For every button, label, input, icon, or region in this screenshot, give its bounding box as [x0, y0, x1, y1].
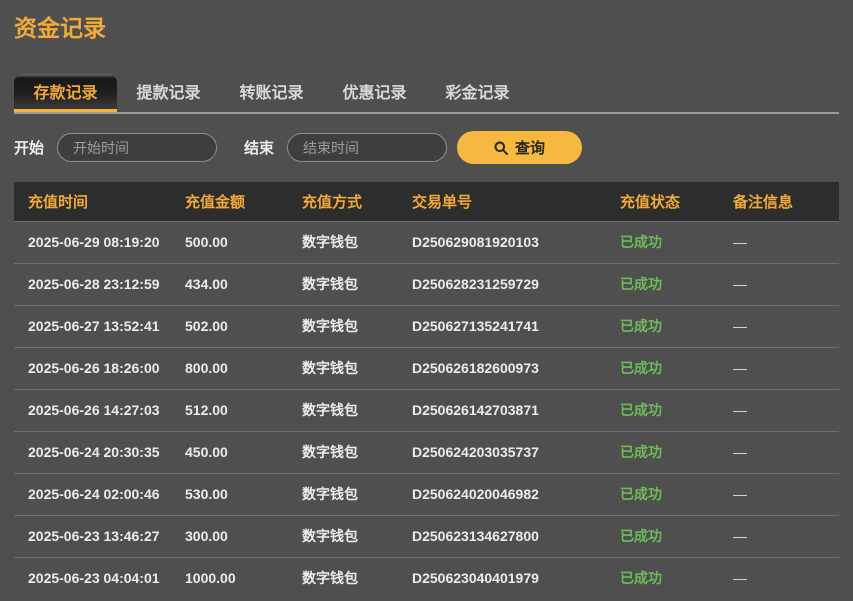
- tab-transfer-records[interactable]: 转账记录: [220, 74, 323, 112]
- table-row: 2025-06-24 20:30:35 450.00 数字钱包 D2506242…: [14, 431, 839, 473]
- filter-bar: 开始 结束 查询: [14, 131, 839, 164]
- deposit-method-cell: 数字钱包: [288, 305, 398, 347]
- deposit-status-cell: 已成功: [606, 515, 719, 557]
- deposit-status-cell: 已成功: [606, 221, 719, 263]
- table-row: 2025-06-29 08:19:20 500.00 数字钱包 D2506290…: [14, 221, 839, 263]
- end-label: 结束: [244, 137, 274, 158]
- deposit-time-cell: 2025-06-26 18:26:00: [14, 347, 171, 389]
- tab-bar: 存款记录 提款记录 转账记录 优惠记录 彩金记录: [14, 74, 839, 114]
- transaction-id-cell: D250628231259729: [398, 263, 606, 305]
- tab-bonus-records[interactable]: 彩金记录: [426, 74, 529, 112]
- transaction-id-cell: D250624203035737: [398, 431, 606, 473]
- deposit-method-cell: 数字钱包: [288, 263, 398, 305]
- deposit-amount-cell: 800.00: [171, 347, 288, 389]
- table-row: 2025-06-26 14:27:03 512.00 数字钱包 D2506261…: [14, 389, 839, 431]
- transaction-id-cell: D250627135241741: [398, 305, 606, 347]
- deposit-amount-cell: 512.00: [171, 389, 288, 431]
- header-transaction-id: 交易单号: [398, 182, 606, 221]
- transaction-id-cell: D250626182600973: [398, 347, 606, 389]
- remark-cell: —: [719, 263, 839, 305]
- deposit-time-cell: 2025-06-29 08:19:20: [14, 221, 171, 263]
- tab-deposit-records[interactable]: 存款记录: [14, 74, 117, 112]
- header-remark: 备注信息: [719, 182, 839, 221]
- table-row: 2025-06-28 23:12:59 434.00 数字钱包 D2506282…: [14, 263, 839, 305]
- deposit-method-cell: 数字钱包: [288, 431, 398, 473]
- deposit-time-cell: 2025-06-24 20:30:35: [14, 431, 171, 473]
- end-time-input[interactable]: [287, 133, 447, 162]
- remark-cell: —: [719, 389, 839, 431]
- deposit-time-cell: 2025-06-26 14:27:03: [14, 389, 171, 431]
- start-label: 开始: [14, 137, 44, 158]
- table-row: 2025-06-27 13:52:41 502.00 数字钱包 D2506271…: [14, 305, 839, 347]
- start-time-input[interactable]: [57, 133, 217, 162]
- deposit-method-cell: 数字钱包: [288, 473, 398, 515]
- fund-records-page: 资金记录 存款记录 提款记录 转账记录 优惠记录 彩金记录 开始 结束 查询 充…: [0, 13, 853, 599]
- table-row: 2025-06-23 13:46:27 300.00 数字钱包 D2506231…: [14, 515, 839, 557]
- transaction-id-cell: D250624020046982: [398, 473, 606, 515]
- search-icon: [494, 141, 508, 155]
- remark-cell: —: [719, 305, 839, 347]
- remark-cell: —: [719, 221, 839, 263]
- search-button-label: 查询: [515, 137, 545, 158]
- deposit-amount-cell: 500.00: [171, 221, 288, 263]
- deposit-status-cell: 已成功: [606, 389, 719, 431]
- search-button[interactable]: 查询: [457, 131, 582, 164]
- remark-cell: —: [719, 557, 839, 599]
- table-row: 2025-06-26 18:26:00 800.00 数字钱包 D2506261…: [14, 347, 839, 389]
- table-header: 充值时间 充值金额 充值方式 交易单号 充值状态 备注信息: [14, 182, 839, 221]
- deposit-time-cell: 2025-06-23 13:46:27: [14, 515, 171, 557]
- tab-promo-records[interactable]: 优惠记录: [323, 74, 426, 112]
- deposit-status-cell: 已成功: [606, 473, 719, 515]
- transaction-id-cell: D250626142703871: [398, 389, 606, 431]
- deposit-records-table: 充值时间 充值金额 充值方式 交易单号 充值状态 备注信息 2025-06-29…: [14, 182, 839, 599]
- deposit-amount-cell: 530.00: [171, 473, 288, 515]
- header-deposit-time: 充值时间: [14, 182, 171, 221]
- table-body: 2025-06-29 08:19:20 500.00 数字钱包 D2506290…: [14, 221, 839, 599]
- remark-cell: —: [719, 515, 839, 557]
- deposit-status-cell: 已成功: [606, 305, 719, 347]
- transaction-id-cell: D250629081920103: [398, 221, 606, 263]
- remark-cell: —: [719, 473, 839, 515]
- deposit-amount-cell: 300.00: [171, 515, 288, 557]
- header-deposit-amount: 充值金额: [171, 182, 288, 221]
- header-deposit-status: 充值状态: [606, 182, 719, 221]
- transaction-id-cell: D250623040401979: [398, 557, 606, 599]
- transaction-id-cell: D250623134627800: [398, 515, 606, 557]
- deposit-status-cell: 已成功: [606, 557, 719, 599]
- deposit-status-cell: 已成功: [606, 431, 719, 473]
- deposit-method-cell: 数字钱包: [288, 389, 398, 431]
- deposit-status-cell: 已成功: [606, 347, 719, 389]
- deposit-method-cell: 数字钱包: [288, 557, 398, 599]
- remark-cell: —: [719, 347, 839, 389]
- deposit-time-cell: 2025-06-23 04:04:01: [14, 557, 171, 599]
- deposit-method-cell: 数字钱包: [288, 221, 398, 263]
- deposit-time-cell: 2025-06-24 02:00:46: [14, 473, 171, 515]
- deposit-time-cell: 2025-06-28 23:12:59: [14, 263, 171, 305]
- deposit-amount-cell: 434.00: [171, 263, 288, 305]
- table-row: 2025-06-24 02:00:46 530.00 数字钱包 D2506240…: [14, 473, 839, 515]
- tab-withdrawal-records[interactable]: 提款记录: [117, 74, 220, 112]
- remark-cell: —: [719, 431, 839, 473]
- deposit-amount-cell: 1000.00: [171, 557, 288, 599]
- deposit-status-cell: 已成功: [606, 263, 719, 305]
- deposit-method-cell: 数字钱包: [288, 347, 398, 389]
- deposit-time-cell: 2025-06-27 13:52:41: [14, 305, 171, 347]
- deposit-method-cell: 数字钱包: [288, 515, 398, 557]
- deposit-amount-cell: 502.00: [171, 305, 288, 347]
- page-title: 资金记录: [14, 13, 839, 43]
- header-deposit-method: 充值方式: [288, 182, 398, 221]
- table-row: 2025-06-23 04:04:01 1000.00 数字钱包 D250623…: [14, 557, 839, 599]
- deposit-amount-cell: 450.00: [171, 431, 288, 473]
